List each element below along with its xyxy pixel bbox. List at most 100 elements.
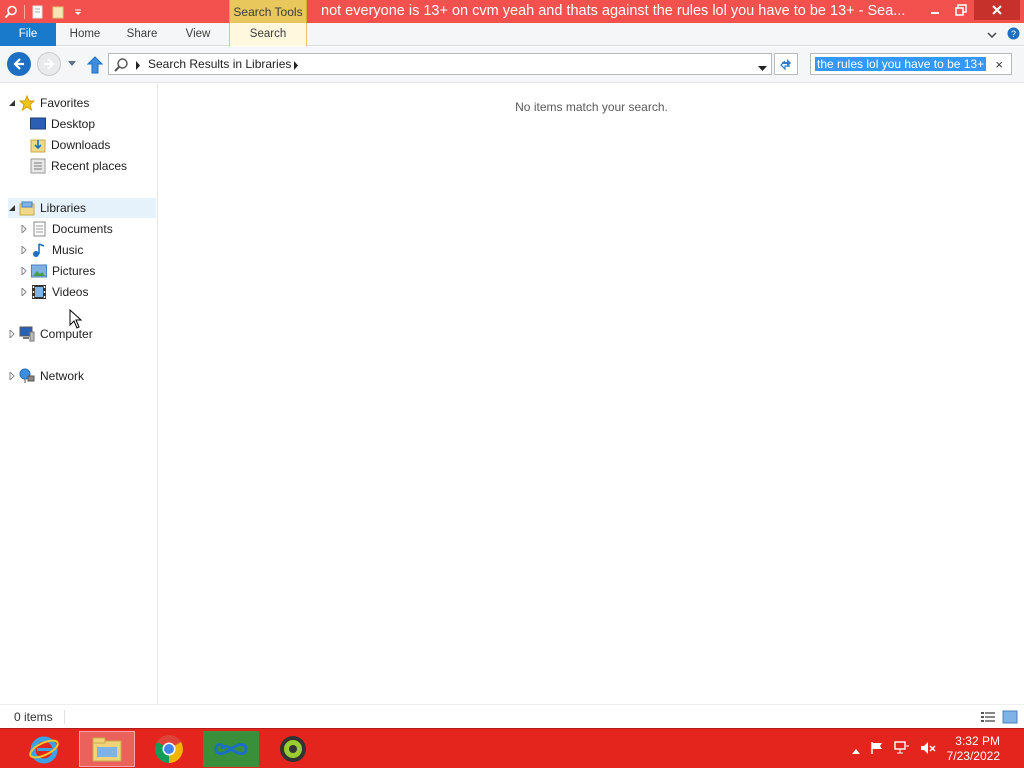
view-switcher	[980, 709, 1018, 725]
libraries-icon	[19, 200, 35, 216]
address-bar[interactable]: Search Results in Libraries	[108, 53, 772, 75]
network-status-icon[interactable]	[894, 741, 910, 758]
collapse-arrow-icon[interactable]	[8, 204, 16, 212]
forward-button[interactable]	[37, 52, 61, 76]
taskbar-infinity-app[interactable]	[203, 731, 259, 767]
mouse-pointer-icon	[69, 308, 83, 329]
tab-share[interactable]: Share	[117, 23, 167, 46]
tree-computer-label: Computer	[40, 327, 93, 341]
documents-icon	[31, 221, 47, 237]
empty-results-message: No items match your search.	[515, 100, 668, 114]
desktop-icon	[30, 116, 46, 132]
up-button[interactable]	[86, 55, 104, 75]
large-icons-view-icon[interactable]	[1002, 709, 1018, 725]
tab-home[interactable]: Home	[60, 23, 110, 46]
ribbon-tab-bar: File Home Share View Search ?	[0, 23, 1024, 46]
expand-arrow-icon[interactable]	[20, 246, 28, 254]
customize-qat-chevron-icon[interactable]	[71, 5, 85, 19]
expand-arrow-icon[interactable]	[20, 225, 28, 233]
tree-recent-places[interactable]: Recent places	[30, 156, 127, 176]
tree-favorites[interactable]: Favorites	[8, 93, 89, 113]
breadcrumb-search-results[interactable]: Search Results in Libraries	[148, 57, 291, 71]
tree-downloads-label: Downloads	[51, 138, 111, 152]
close-button[interactable]	[974, 0, 1020, 20]
expand-arrow-icon[interactable]	[8, 330, 16, 338]
svg-text:?: ?	[1011, 29, 1016, 39]
expand-arrow-icon[interactable]	[20, 288, 28, 296]
tree-pictures[interactable]: Pictures	[20, 261, 95, 281]
expand-ribbon-chevron-icon[interactable]	[987, 28, 997, 42]
taskbar-file-explorer[interactable]	[79, 731, 135, 767]
star-icon	[19, 95, 35, 111]
ribbon-right-controls: ?	[987, 27, 1020, 43]
collapse-arrow-icon[interactable]	[8, 99, 16, 107]
new-folder-icon[interactable]	[51, 5, 65, 19]
action-center-flag-icon[interactable]	[870, 741, 884, 758]
taskbar-chrome[interactable]	[141, 731, 197, 767]
computer-icon	[19, 326, 35, 342]
details-view-icon[interactable]	[980, 709, 996, 725]
taskbar: 3:32 PM 7/23/2022	[0, 728, 1024, 768]
address-dropdown-icon[interactable]	[758, 61, 767, 75]
taskbar-settings-app[interactable]	[265, 731, 321, 767]
refresh-button[interactable]	[774, 53, 798, 75]
search-magnifier-icon	[4, 5, 18, 19]
up-arrow-icon	[87, 56, 103, 74]
item-count: 0 items	[14, 710, 53, 724]
back-button[interactable]	[7, 52, 31, 76]
pictures-icon	[31, 263, 47, 279]
window-title: not everyone is 13+ on cvm yeah and that…	[321, 3, 906, 19]
help-icon[interactable]: ?	[1007, 27, 1020, 43]
tree-downloads[interactable]: Downloads	[30, 135, 110, 155]
chevron-down-icon	[68, 61, 76, 66]
tree-network[interactable]: Network	[8, 366, 84, 386]
taskbar-clock[interactable]: 3:32 PM 7/23/2022	[947, 734, 1000, 764]
tree-music-label: Music	[52, 243, 84, 257]
clock-time: 3:32 PM	[955, 734, 1000, 748]
tree-desktop[interactable]: Desktop	[30, 114, 95, 134]
tree-pictures-label: Pictures	[52, 264, 96, 278]
infinity-app-icon	[214, 743, 248, 755]
forward-arrow-icon	[44, 58, 55, 70]
breadcrumb-separator-icon[interactable]	[135, 59, 143, 70]
expand-arrow-icon[interactable]	[20, 267, 28, 275]
refresh-icon	[780, 59, 791, 71]
tab-search[interactable]: Search	[229, 23, 307, 46]
show-hidden-icons-arrow-icon[interactable]	[852, 743, 860, 757]
recent-locations-button[interactable]	[66, 57, 78, 71]
tree-libraries[interactable]: Libraries	[8, 198, 156, 218]
tree-documents-label: Documents	[52, 222, 113, 236]
tab-file[interactable]: File	[0, 23, 56, 46]
file-explorer-icon	[92, 737, 122, 762]
tree-recent-places-label: Recent places	[51, 159, 128, 173]
breadcrumb-separator-icon[interactable]	[293, 59, 301, 70]
status-divider	[64, 710, 65, 724]
quick-access-toolbar	[0, 0, 85, 23]
volume-muted-icon[interactable]	[920, 741, 936, 758]
close-icon	[992, 5, 1002, 15]
properties-icon[interactable]	[31, 5, 45, 19]
settings-gear-app-icon	[280, 736, 306, 762]
minimize-icon	[931, 12, 939, 14]
search-query-text[interactable]: the rules lol you have to be 13+	[815, 57, 987, 71]
recent-places-icon	[30, 158, 46, 174]
restore-button[interactable]	[948, 0, 974, 20]
tree-videos[interactable]: Videos	[20, 282, 88, 302]
file-list-pane[interactable]: No items match your search.	[159, 84, 1024, 704]
tree-favorites-label: Favorites	[40, 96, 90, 110]
system-tray	[852, 741, 936, 758]
clear-search-icon[interactable]: ×	[995, 57, 1003, 72]
internet-explorer-icon	[29, 736, 59, 764]
expand-arrow-icon[interactable]	[8, 372, 16, 380]
network-icon	[19, 368, 35, 384]
tree-music[interactable]: Music	[20, 240, 83, 260]
window-controls	[922, 0, 1020, 20]
search-location-icon	[113, 57, 129, 73]
tree-network-label: Network	[40, 369, 85, 383]
minimize-button[interactable]	[922, 0, 948, 20]
tab-view[interactable]: View	[174, 23, 222, 46]
chrome-icon	[155, 735, 183, 763]
tree-documents[interactable]: Documents	[20, 219, 113, 239]
search-input[interactable]: the rules lol you have to be 13+ ×	[810, 53, 1012, 75]
taskbar-internet-explorer[interactable]	[16, 731, 72, 767]
